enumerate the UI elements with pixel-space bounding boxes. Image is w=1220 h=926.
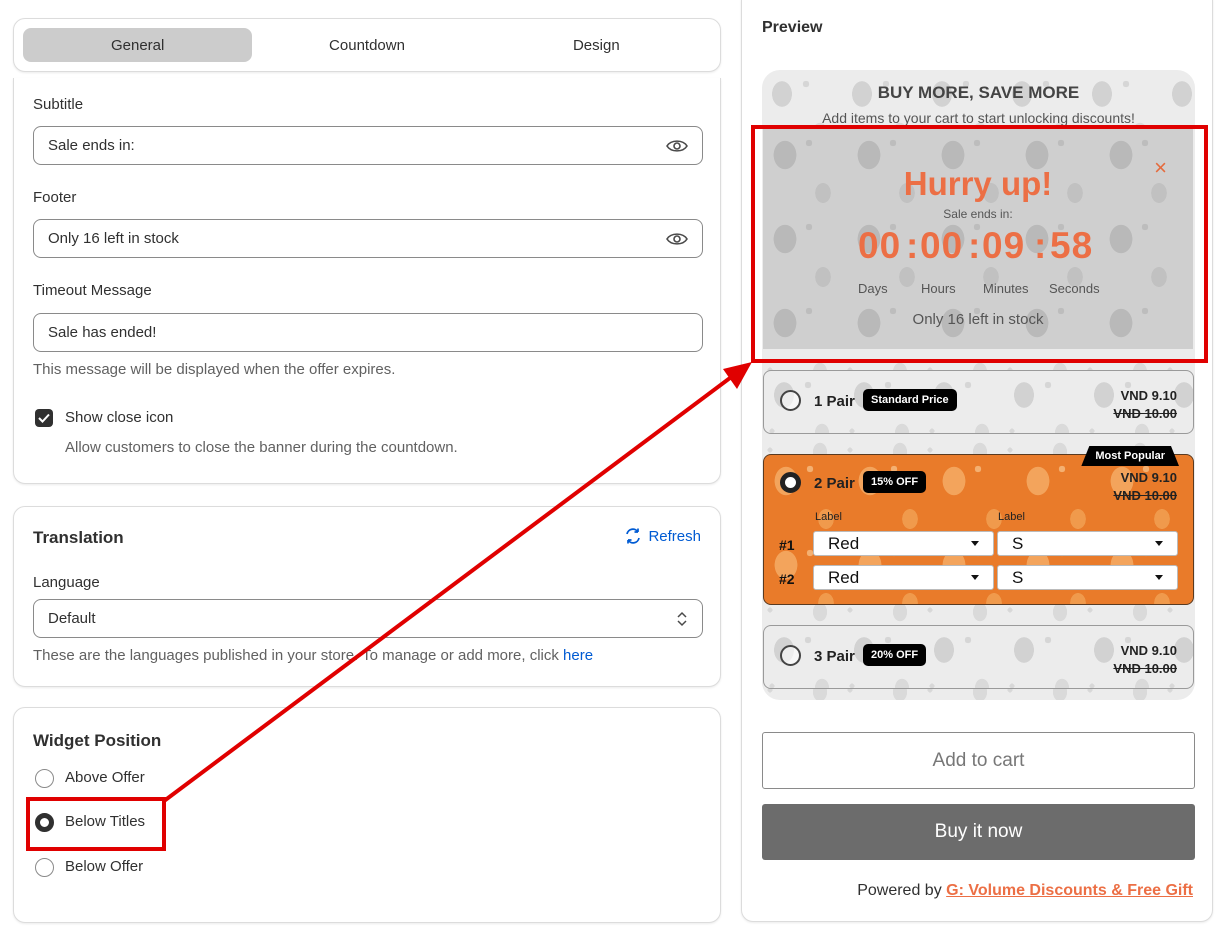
subtitle-label: Subtitle: [33, 96, 84, 113]
offer-price: VND 9.10: [1120, 388, 1177, 403]
offer-old-price: VND 10.00: [1113, 488, 1177, 503]
show-close-icon-checkbox[interactable]: [35, 409, 53, 427]
most-popular-ribbon: Most Popular: [1081, 446, 1179, 466]
offer-name: 1 Pair: [814, 393, 855, 410]
offer-radio[interactable]: [780, 472, 801, 493]
item-2-color-select[interactable]: Red: [813, 565, 994, 590]
buy-now-button[interactable]: Buy it now: [762, 804, 1195, 860]
radio-below-offer[interactable]: [35, 858, 54, 877]
radio-above-offer[interactable]: [35, 769, 54, 788]
radio-below-offer-label: Below Offer: [65, 858, 144, 875]
radio-above-offer-label: Above Offer: [65, 769, 145, 786]
item-1-color-select[interactable]: Red: [813, 531, 994, 556]
item-number: #1: [779, 537, 795, 553]
annotation-highlight-below-titles: [26, 797, 166, 851]
timeout-value: Sale has ended!: [48, 324, 157, 341]
offer-badge: Standard Price: [863, 389, 957, 411]
settings-tabs: General Countdown Design: [13, 18, 721, 72]
translation-title: Translation: [33, 528, 124, 547]
offer-badge: 20% OFF: [863, 644, 927, 666]
footer-value: Only 16 left in stock: [48, 230, 179, 247]
general-settings-card: Subtitle Sale ends in: Footer Only 16 le…: [13, 78, 721, 484]
select-chevron-icon: [677, 611, 687, 626]
language-select[interactable]: Default: [33, 599, 703, 638]
show-close-icon-label: Show close icon: [65, 409, 174, 426]
offer-old-price: VND 10.00: [1113, 406, 1177, 421]
app-link[interactable]: G: Volume Discounts & Free Gift: [946, 882, 1193, 899]
offer-price: VND 9.10: [1120, 643, 1177, 658]
offer-badge: 15% OFF: [863, 471, 927, 493]
offer-name: 3 Pair: [814, 648, 855, 665]
dropdown-arrow-icon: [1155, 541, 1163, 546]
language-help: These are the languages published in you…: [33, 647, 593, 664]
offer-option-3[interactable]: 3 Pair 20% OFF VND 9.10 VND 10.00: [763, 625, 1194, 689]
refresh-label: Refresh: [648, 527, 701, 545]
tab-general[interactable]: General: [23, 28, 253, 62]
offer-option-1[interactable]: 1 Pair Standard Price VND 9.10 VND 10.00: [763, 370, 1194, 434]
select-value: S: [1012, 533, 1024, 553]
preview-title: Preview: [762, 19, 823, 36]
refresh-icon: [626, 528, 641, 544]
powered-by: Powered by G: Volume Discounts & Free Gi…: [857, 882, 1193, 900]
offer-price: VND 9.10: [1120, 470, 1177, 485]
eye-icon[interactable]: [666, 138, 688, 154]
item-number: #2: [779, 571, 795, 587]
manage-languages-link[interactable]: here: [563, 647, 593, 664]
subtitle-input[interactable]: Sale ends in:: [33, 126, 703, 165]
tab-design[interactable]: Design: [482, 28, 711, 62]
powered-by-text: Powered by: [857, 882, 942, 899]
footer-label: Footer: [33, 189, 77, 206]
language-value: Default: [48, 610, 96, 627]
select-value: Red: [828, 533, 860, 553]
dropdown-arrow-icon: [971, 541, 979, 546]
select-value: Red: [828, 567, 860, 587]
bundle-subtitle: Add items to your cart to start unlockin…: [822, 110, 1135, 126]
checkmark-icon: [38, 413, 50, 423]
offer-old-price: VND 10.00: [1113, 661, 1177, 676]
offer-option-2[interactable]: Most Popular 2 Pair 15% OFF VND 9.10 VND…: [763, 454, 1194, 605]
dropdown-arrow-icon: [971, 575, 979, 580]
tab-countdown[interactable]: Countdown: [252, 28, 481, 62]
annotation-highlight-timer: [751, 125, 1208, 363]
language-label: Language: [33, 574, 100, 591]
option-label-color: Label: [815, 511, 842, 523]
dropdown-arrow-icon: [1155, 575, 1163, 580]
bundle-title: BUY MORE, SAVE MORE: [877, 83, 1080, 102]
language-help-text: These are the languages published in you…: [33, 647, 559, 664]
add-to-cart-button[interactable]: Add to cart: [762, 732, 1195, 789]
eye-icon[interactable]: [666, 231, 688, 247]
show-close-icon-help: Allow customers to close the banner duri…: [65, 439, 458, 456]
timeout-label: Timeout Message: [33, 282, 152, 299]
item-2-size-select[interactable]: S: [997, 565, 1178, 590]
offer-name: 2 Pair: [814, 475, 855, 492]
option-label-size: Label: [998, 511, 1025, 523]
footer-input[interactable]: Only 16 left in stock: [33, 219, 703, 258]
item-1-size-select[interactable]: S: [997, 531, 1178, 556]
widget-position-title: Widget Position: [33, 731, 162, 750]
offer-radio[interactable]: [780, 390, 801, 411]
offer-radio[interactable]: [780, 645, 801, 666]
timeout-input[interactable]: Sale has ended!: [33, 313, 703, 352]
subtitle-value: Sale ends in:: [48, 137, 135, 154]
translation-card: Translation Refresh Language Default The…: [13, 506, 721, 687]
timeout-help: This message will be displayed when the …: [33, 361, 396, 378]
select-value: S: [1012, 567, 1024, 587]
refresh-button[interactable]: Refresh: [624, 527, 701, 545]
